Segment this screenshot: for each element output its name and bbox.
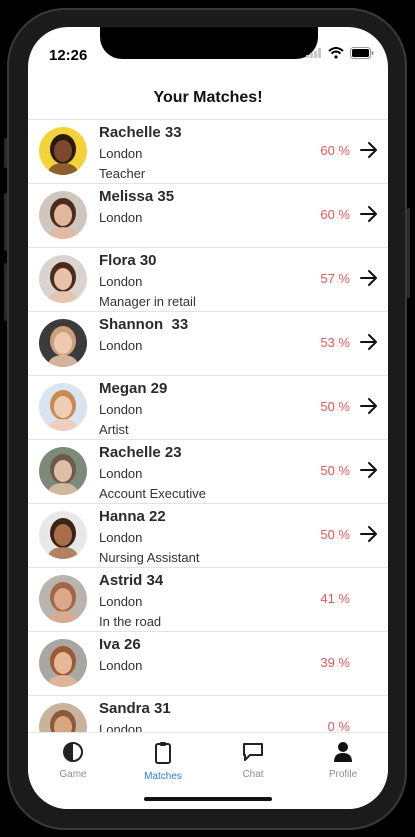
signal-icon: [306, 48, 321, 58]
arrow-right-icon[interactable]: [359, 269, 379, 287]
match-name: Rachelle 23: [99, 444, 182, 461]
match-city: London: [99, 338, 143, 353]
match-percent: 39 %: [320, 655, 350, 670]
match-row[interactable]: Rachelle 23 London Account Executive 50 %: [28, 440, 388, 504]
avatar: [39, 703, 87, 734]
status-time: 12:26: [49, 47, 88, 64]
match-row[interactable]: Flora 30 London Manager in retail 57 %: [28, 248, 388, 312]
match-percent: 60 %: [320, 207, 350, 222]
status-icons: [306, 47, 374, 59]
match-job: In the road: [99, 614, 162, 629]
match-row[interactable]: Sandra 31 London 0 %: [28, 696, 388, 734]
notch: [100, 27, 318, 59]
match-row[interactable]: Rachelle 33 London Teacher 60 %: [28, 120, 388, 184]
match-name: Shannon 33: [99, 316, 189, 333]
battery-icon: [350, 47, 374, 59]
person-icon: [334, 742, 352, 762]
match-percent: 50 %: [320, 527, 350, 542]
wifi-icon: [328, 47, 344, 59]
match-city: London: [99, 274, 143, 289]
match-percent: 50 %: [320, 399, 350, 414]
avatar: [39, 447, 87, 495]
half-circle-icon: [63, 742, 83, 762]
match-job: Teacher: [99, 166, 146, 181]
match-city: London: [99, 466, 143, 481]
match-row[interactable]: Hanna 22 London Nursing Assistant 50 %: [28, 504, 388, 568]
match-name: Hanna 22: [99, 508, 166, 525]
avatar: [39, 191, 87, 239]
volume-down-button: [4, 263, 7, 321]
match-row[interactable]: Iva 26 London 39 %: [28, 632, 388, 696]
match-row[interactable]: Melissa 35 London 60 %: [28, 184, 388, 248]
avatar: [39, 127, 87, 175]
volume-up-button: [4, 193, 7, 251]
match-city: London: [99, 210, 143, 225]
arrow-right-icon[interactable]: [359, 397, 379, 415]
avatar: [39, 575, 87, 623]
tab-label: Game: [59, 769, 87, 780]
match-name: Sandra 31: [99, 700, 171, 717]
clipboard-icon: [155, 742, 171, 764]
tab-matches[interactable]: Matches: [128, 741, 198, 782]
match-name: Megan 29: [99, 380, 168, 397]
mute-switch: [4, 138, 7, 168]
match-city: London: [99, 658, 143, 673]
matches-list[interactable]: Rachelle 33 London Teacher 60 % Melissa 35 Lo…: [28, 119, 388, 734]
match-percent: 60 %: [320, 143, 350, 158]
match-percent: 57 %: [320, 271, 350, 286]
match-percent: 41 %: [320, 591, 350, 606]
match-percent: 53 %: [320, 335, 350, 350]
app-screen: 12:26 Your Matches! Rachelle 33 London Tea…: [28, 27, 388, 809]
arrow-right-icon[interactable]: [359, 205, 379, 223]
match-job: Account Executive: [99, 486, 206, 501]
tab-bar: Game Matches Chat Profile: [28, 732, 388, 809]
power-button: [407, 208, 410, 298]
tab-profile[interactable]: Profile: [308, 741, 378, 780]
match-percent: 50 %: [320, 463, 350, 478]
tab-label: Chat: [242, 769, 264, 780]
tab-label: Profile: [328, 769, 358, 780]
home-indicator[interactable]: [144, 797, 272, 801]
page-title: Your Matches!: [153, 89, 263, 106]
match-job: Artist: [99, 422, 129, 437]
match-city: London: [99, 146, 143, 161]
avatar: [39, 255, 87, 303]
match-city: London: [99, 594, 143, 609]
tab-chat[interactable]: Chat: [218, 741, 288, 780]
match-row[interactable]: Megan 29 London Artist 50 %: [28, 376, 388, 440]
match-name: Melissa 35: [99, 188, 175, 205]
match-city: London: [99, 402, 143, 417]
match-row[interactable]: Astrid 34 London In the road 41 %: [28, 568, 388, 632]
arrow-right-icon[interactable]: [359, 333, 379, 351]
avatar: [39, 319, 87, 367]
tab-game[interactable]: Game: [38, 741, 108, 780]
chat-bubble-icon: [243, 743, 263, 761]
avatar: [39, 639, 87, 687]
tab-label: Matches: [144, 771, 182, 782]
match-name: Flora 30: [99, 252, 157, 269]
arrow-right-icon[interactable]: [359, 525, 379, 543]
match-job: Nursing Assistant: [99, 550, 200, 565]
match-name: Astrid 34: [99, 572, 164, 589]
arrow-right-icon[interactable]: [359, 461, 379, 479]
match-name: Iva 26: [99, 636, 141, 653]
avatar: [39, 383, 87, 431]
match-name: Rachelle 33: [99, 124, 182, 141]
arrow-right-icon[interactable]: [359, 141, 379, 159]
match-job: Manager in retail: [99, 294, 196, 309]
avatar: [39, 511, 87, 559]
match-city: London: [99, 530, 143, 545]
match-row[interactable]: Shannon 33 London 53 %: [28, 312, 388, 376]
